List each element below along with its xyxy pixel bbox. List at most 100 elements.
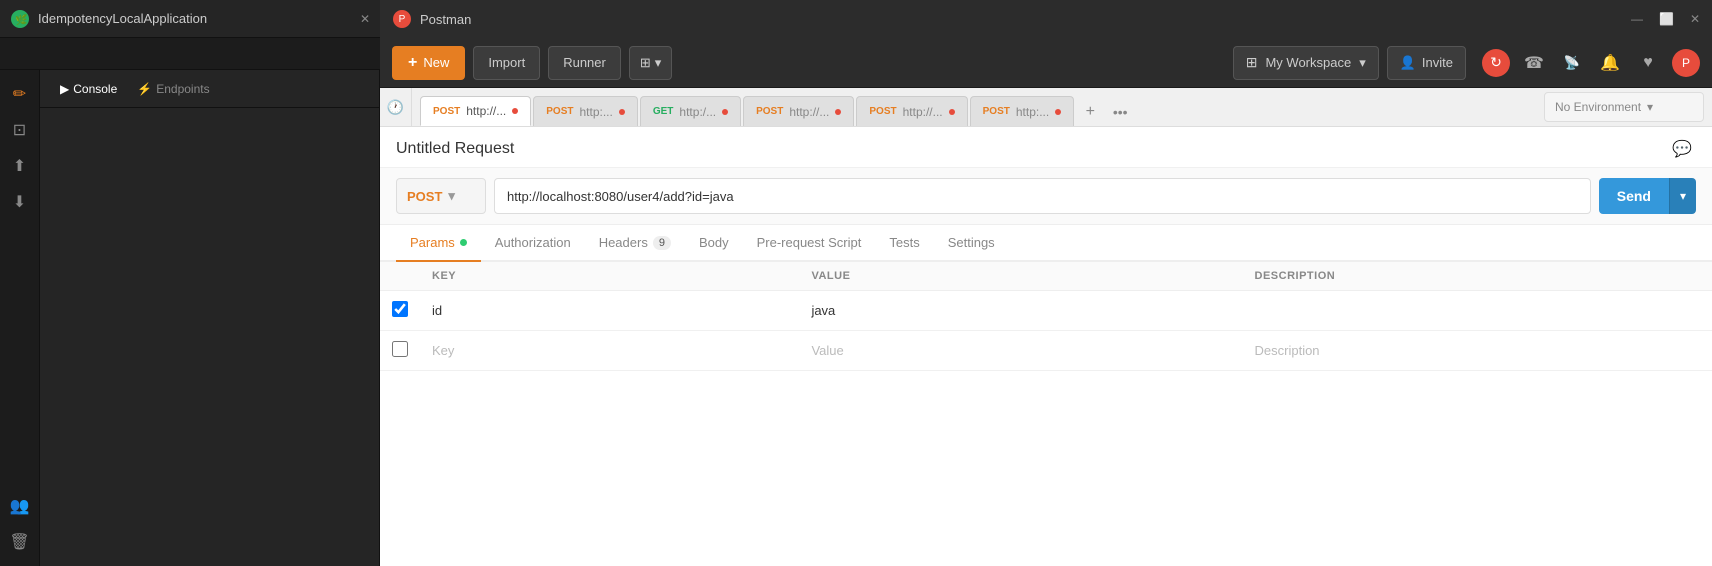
rail-team-icon[interactable]: 👥	[4, 490, 36, 522]
add-tab-button[interactable]: +	[1076, 98, 1104, 126]
tab-method-3: POST	[756, 106, 783, 117]
app-content: ✏ ⊡ ⬆ ⬇ 👥 🗑 ▶ Console ⚡ Endpoints	[0, 70, 380, 566]
tab-params[interactable]: Params	[396, 225, 481, 262]
tab-endpoints[interactable]: ⚡ Endpoints	[129, 78, 217, 100]
tab-4[interactable]: POST http://...	[856, 96, 967, 126]
tab-dot-2	[722, 109, 728, 115]
tab-tests[interactable]: Tests	[875, 225, 933, 262]
tab-dot-5	[1055, 109, 1061, 115]
row-checkbox-1[interactable]	[392, 341, 408, 357]
method-select[interactable]: POST ▾	[396, 178, 486, 214]
tab-0[interactable]: POST http://...	[420, 96, 531, 126]
tab-url-5: http:...	[1016, 105, 1049, 119]
sync-icon[interactable]: ↻	[1482, 49, 1510, 77]
send-button[interactable]: Send	[1599, 178, 1669, 214]
pm-tabs-bar: POST http://... POST http:... GET http:/…	[412, 88, 1536, 126]
import-button[interactable]: Import	[473, 46, 540, 80]
maximize-button[interactable]: ⬜	[1659, 12, 1674, 26]
url-bar: POST ▾ Send ▾	[380, 168, 1712, 225]
svg-text:🌿: 🌿	[15, 13, 27, 26]
comment-icon[interactable]: 💬	[1672, 139, 1692, 159]
tab-dot-1	[619, 109, 625, 115]
invite-button[interactable]: 👤 Invite	[1387, 46, 1466, 80]
send-group: Send ▾	[1599, 178, 1696, 214]
app-title: IdempotencyLocalApplication	[38, 11, 352, 26]
new-button[interactable]: + New	[392, 46, 465, 80]
rail-layers-icon[interactable]: ⊡	[4, 114, 36, 146]
rail-pen-icon[interactable]: ✏	[4, 78, 36, 110]
toolbar-icons: ↻ ☎ 📡 🔔 ♥ P	[1482, 49, 1700, 77]
tab-url-3: http://...	[789, 105, 829, 119]
tab-pre-request[interactable]: Pre-request Script	[743, 225, 876, 262]
app-titlebar: 🌿 IdempotencyLocalApplication ✕	[0, 0, 380, 38]
tab-method-1: POST	[546, 106, 573, 117]
tab-dot-3	[835, 109, 841, 115]
tab-settings[interactable]: Settings	[934, 225, 1009, 262]
heart-icon[interactable]: ♥	[1634, 49, 1662, 77]
col-key: KEY	[420, 262, 799, 291]
row-checkbox-0[interactable]	[392, 301, 408, 317]
history-icon[interactable]: 🕐	[382, 93, 410, 121]
tab-console[interactable]: ▶ Console	[52, 78, 125, 100]
tab-body[interactable]: Body	[685, 225, 743, 262]
pm-main: Untitled Request 💬 POST ▾ Send ▾ Params …	[380, 127, 1712, 566]
environment-selector[interactable]: No Environment ▾	[1544, 92, 1704, 122]
app-icon: 🌿	[10, 9, 30, 29]
params-content: KEY VALUE DESCRIPTION id java	[380, 262, 1712, 566]
app-menubar: New	[0, 38, 380, 70]
tab-dot-4	[949, 109, 955, 115]
tab-3[interactable]: POST http://...	[743, 96, 854, 126]
tab-url-0: http://...	[466, 104, 506, 118]
fork-button[interactable]: ⊞ ▾	[629, 46, 672, 80]
rail-up-icon[interactable]: ⬆	[4, 150, 36, 182]
method-chevron-icon: ▾	[448, 188, 455, 204]
tab-method-2: GET	[653, 106, 674, 117]
env-chevron-icon: ▾	[1647, 100, 1653, 114]
workspace-chevron-icon: ▾	[1359, 55, 1366, 71]
fork-icon: ⊞	[640, 55, 651, 71]
runner-button[interactable]: Runner	[548, 46, 621, 80]
params-table: KEY VALUE DESCRIPTION id java	[380, 262, 1712, 371]
rail-down-icon[interactable]: ⬇	[4, 186, 36, 218]
table-row: Key Value Description	[380, 331, 1712, 371]
more-tabs-button[interactable]: •••	[1106, 98, 1134, 126]
satellite-icon[interactable]: 📡	[1558, 49, 1586, 77]
row-value-0[interactable]: java	[799, 291, 1242, 331]
workspace-grid-icon: ⊞	[1246, 54, 1258, 71]
app-sidebar: 🌿 IdempotencyLocalApplication ✕ New ✏ ⊡ …	[0, 0, 380, 566]
tab-headers[interactable]: Headers 9	[585, 225, 685, 262]
method-label: POST	[407, 189, 442, 204]
tab-authorization[interactable]: Authorization	[481, 225, 585, 262]
postman-logo: P	[392, 9, 412, 29]
workspace-button[interactable]: ⊞ My Workspace ▾	[1233, 46, 1379, 80]
minimize-button[interactable]: —	[1631, 12, 1643, 26]
tab-url-4: http://...	[903, 105, 943, 119]
tab-2[interactable]: GET http:/...	[640, 96, 741, 126]
tab-5[interactable]: POST http:...	[970, 96, 1075, 126]
send-dropdown-button[interactable]: ▾	[1669, 178, 1696, 214]
row-desc-0[interactable]	[1243, 291, 1688, 331]
side-tabs: ▶ Console ⚡ Endpoints	[40, 70, 379, 108]
phone-icon[interactable]: ☎	[1520, 49, 1548, 77]
rail-trash-icon[interactable]: 🗑	[4, 526, 36, 558]
row-desc-1[interactable]: Description	[1243, 331, 1688, 371]
plus-icon: +	[408, 54, 417, 72]
pm-toolbar: + New Import Runner ⊞ ▾ ⊞ My Workspace ▾…	[380, 38, 1712, 88]
pm-app-title: Postman	[420, 12, 1623, 27]
close-button[interactable]: ✕	[360, 12, 370, 26]
row-action-1	[1688, 331, 1712, 371]
tab-1[interactable]: POST http:...	[533, 96, 638, 126]
tab-method-4: POST	[869, 106, 896, 117]
close-window-button[interactable]: ✕	[1690, 12, 1700, 26]
endpoints-icon: ⚡	[137, 82, 152, 96]
user-avatar[interactable]: P	[1672, 49, 1700, 77]
row-action-0	[1688, 291, 1712, 331]
row-value-1[interactable]: Value	[799, 331, 1242, 371]
url-input[interactable]	[494, 178, 1591, 214]
request-title-bar: Untitled Request 💬	[380, 127, 1712, 168]
bell-icon[interactable]: 🔔	[1596, 49, 1624, 77]
row-key-0[interactable]: id	[420, 291, 799, 331]
row-key-1[interactable]: Key	[420, 331, 799, 371]
headers-badge: 9	[653, 236, 671, 250]
pm-titlebar: P Postman — ⬜ ✕	[380, 0, 1712, 38]
